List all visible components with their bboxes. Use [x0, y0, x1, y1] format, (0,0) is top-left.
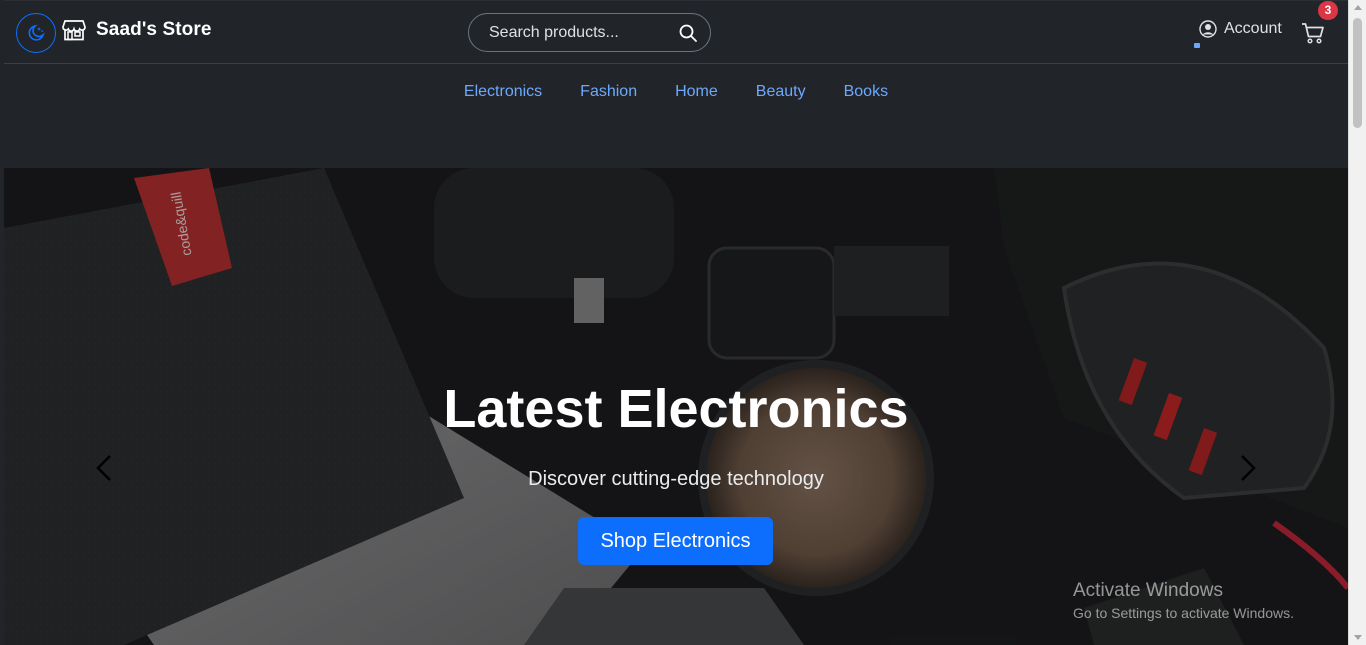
brand-link[interactable]: Saad's Store — [62, 19, 212, 41]
search-icon[interactable] — [678, 23, 698, 43]
top-navbar: Saad's Store Account — [4, 0, 1348, 64]
cart-count-badge: 3 — [1318, 1, 1338, 20]
hero-title: Latest Electronics — [443, 379, 909, 439]
category-link-home[interactable]: Home — [675, 83, 718, 100]
account-dropdown[interactable]: Account — [1199, 20, 1282, 38]
brand-name: Saad's Store — [96, 19, 212, 40]
theme-toggle-button[interactable] — [16, 13, 56, 53]
windows-activation-watermark: Activate Windows Go to Settings to activ… — [1073, 580, 1294, 621]
cart-icon[interactable] — [1300, 20, 1326, 46]
category-link-fashion[interactable]: Fashion — [580, 83, 637, 100]
category-nav: Electronics Fashion Home Beauty Books — [4, 64, 1348, 168]
person-circle-icon — [1199, 20, 1217, 38]
shop-icon — [62, 20, 86, 41]
watermark-line-2: Go to Settings to activate Windows. — [1073, 605, 1294, 621]
category-link-beauty[interactable]: Beauty — [756, 83, 806, 100]
category-link-books[interactable]: Books — [844, 83, 888, 100]
dropdown-caret-icon — [1194, 43, 1200, 48]
page-scrollbar[interactable] — [1348, 0, 1366, 645]
shop-electronics-button[interactable]: Shop Electronics — [578, 517, 773, 565]
moon-stars-icon — [28, 24, 45, 41]
scroll-down-arrow-icon[interactable] — [1354, 635, 1362, 640]
watermark-line-1: Activate Windows — [1073, 580, 1223, 601]
search-form — [468, 13, 711, 52]
hero-subtitle: Discover cutting-edge technology — [528, 468, 824, 490]
hero-carousel: code&quill Latest Electronics Discover c… — [4, 168, 1348, 645]
page: Saad's Store Account 3 Electronics — [0, 0, 1366, 645]
account-label: Account — [1224, 20, 1282, 37]
search-input[interactable] — [469, 23, 669, 42]
category-link-electronics[interactable]: Electronics — [464, 83, 542, 100]
scrollbar-thumb[interactable] — [1353, 18, 1362, 128]
scroll-up-arrow-icon[interactable] — [1354, 5, 1362, 10]
